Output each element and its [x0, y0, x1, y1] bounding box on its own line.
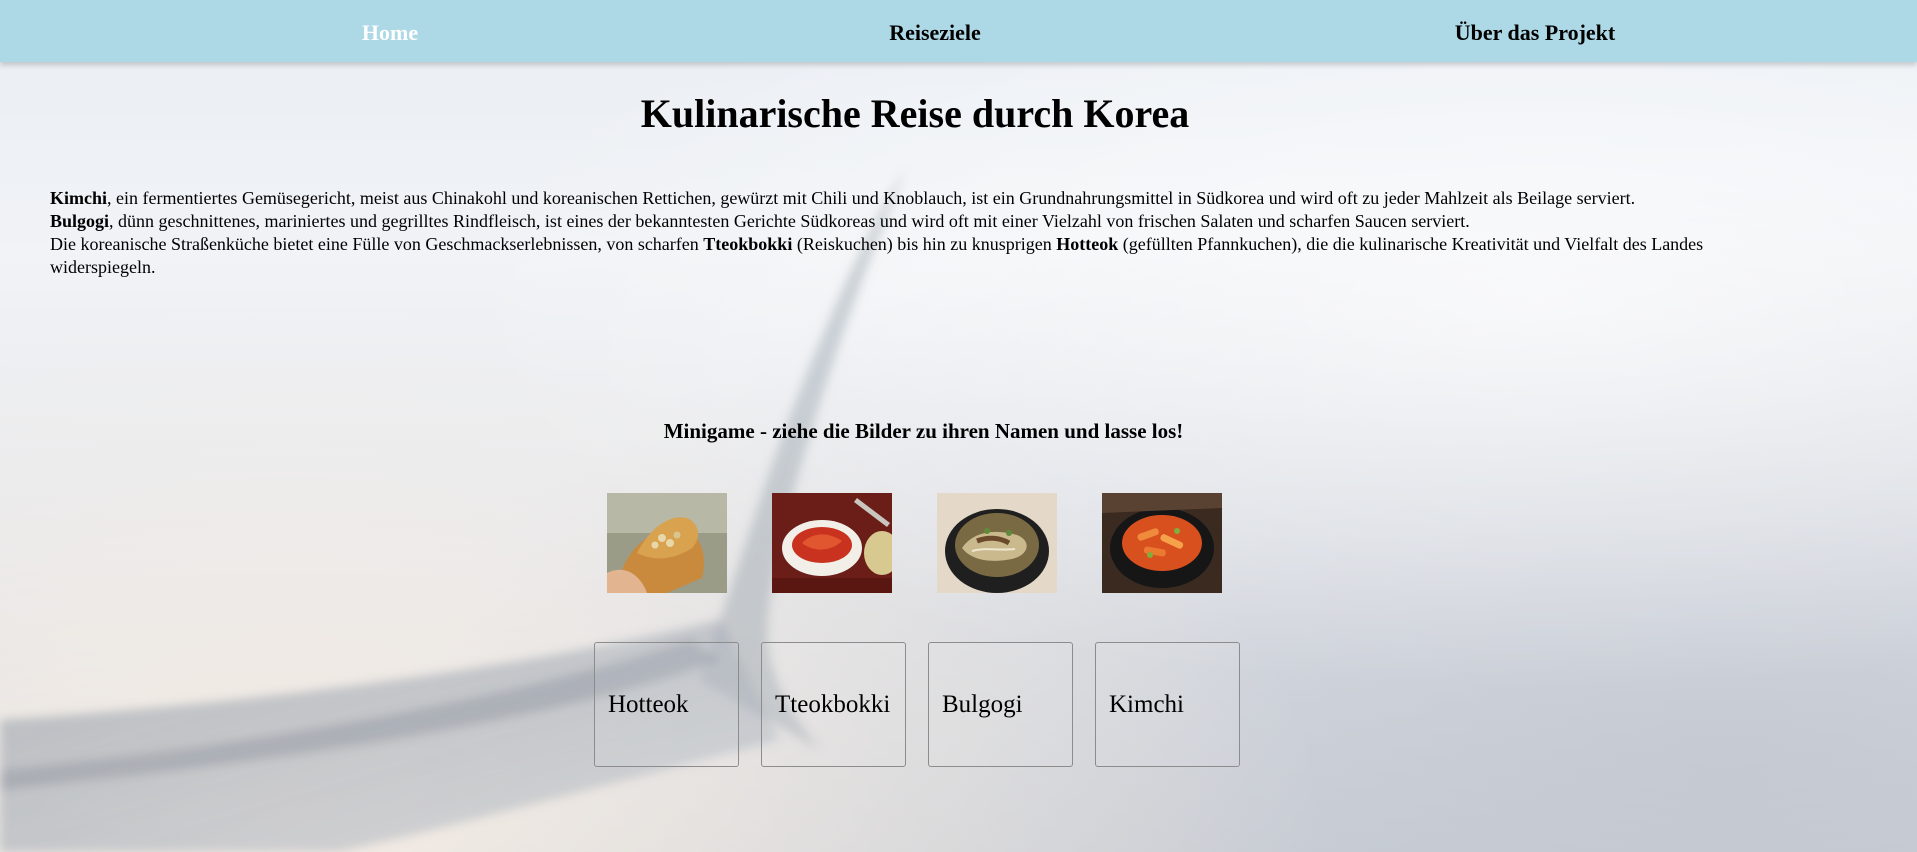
- draggable-image-bulgogi[interactable]: [937, 493, 1057, 593]
- drop-zone-kimchi[interactable]: Kimchi: [1095, 642, 1240, 767]
- drop-zone-tteokbokki[interactable]: Tteokbokki: [761, 642, 906, 767]
- draggable-image-kimchi[interactable]: [772, 493, 892, 593]
- drop-zone-label: Bulgogi: [942, 691, 1023, 718]
- main-content: Kulinarische Reise durch Korea Kimchi, e…: [0, 0, 1917, 852]
- street-food-text-2: (Reiskuchen) bis hin zu knusprigen: [792, 234, 1057, 254]
- nav-link-reiseziele[interactable]: Reiseziele: [835, 20, 1035, 46]
- intro-paragraph: Kimchi, ein fermentiertes Gemüsegericht,…: [50, 187, 1760, 279]
- tteokbokki-term: Tteokbokki: [703, 234, 793, 254]
- drop-zone-label: Kimchi: [1109, 691, 1184, 718]
- kimchi-term: Kimchi: [50, 188, 107, 208]
- draggable-image-tteokbokki[interactable]: [1102, 493, 1222, 593]
- drop-zone-label: Hotteok: [608, 691, 689, 718]
- top-navigation-bar: Home Reiseziele Über das Projekt: [0, 0, 1917, 62]
- bulgogi-term: Bulgogi: [50, 211, 110, 231]
- draggable-image-hotteok[interactable]: [607, 493, 727, 593]
- bulgogi-description: , dünn geschnittenes, mariniertes und ge…: [109, 211, 1470, 231]
- page-title: Kulinarische Reise durch Korea: [640, 91, 1190, 136]
- nav-link-home[interactable]: Home: [0, 20, 780, 46]
- drop-zone-label: Tteokbokki: [775, 691, 891, 718]
- drop-zone-bulgogi[interactable]: Bulgogi: [928, 642, 1073, 767]
- nav-link-ueber-das-projekt[interactable]: Über das Projekt: [1435, 20, 1635, 46]
- kimchi-description: , ein fermentiertes Gemüsegericht, meist…: [107, 188, 1636, 208]
- drop-zone-hotteok[interactable]: Hotteok: [594, 642, 739, 767]
- hotteok-term: Hotteok: [1056, 234, 1119, 254]
- minigame-heading: Minigame - ziehe die Bilder zu ihren Nam…: [663, 419, 1184, 443]
- street-food-text-1: Die koreanische Straßenküche bietet eine…: [50, 234, 704, 254]
